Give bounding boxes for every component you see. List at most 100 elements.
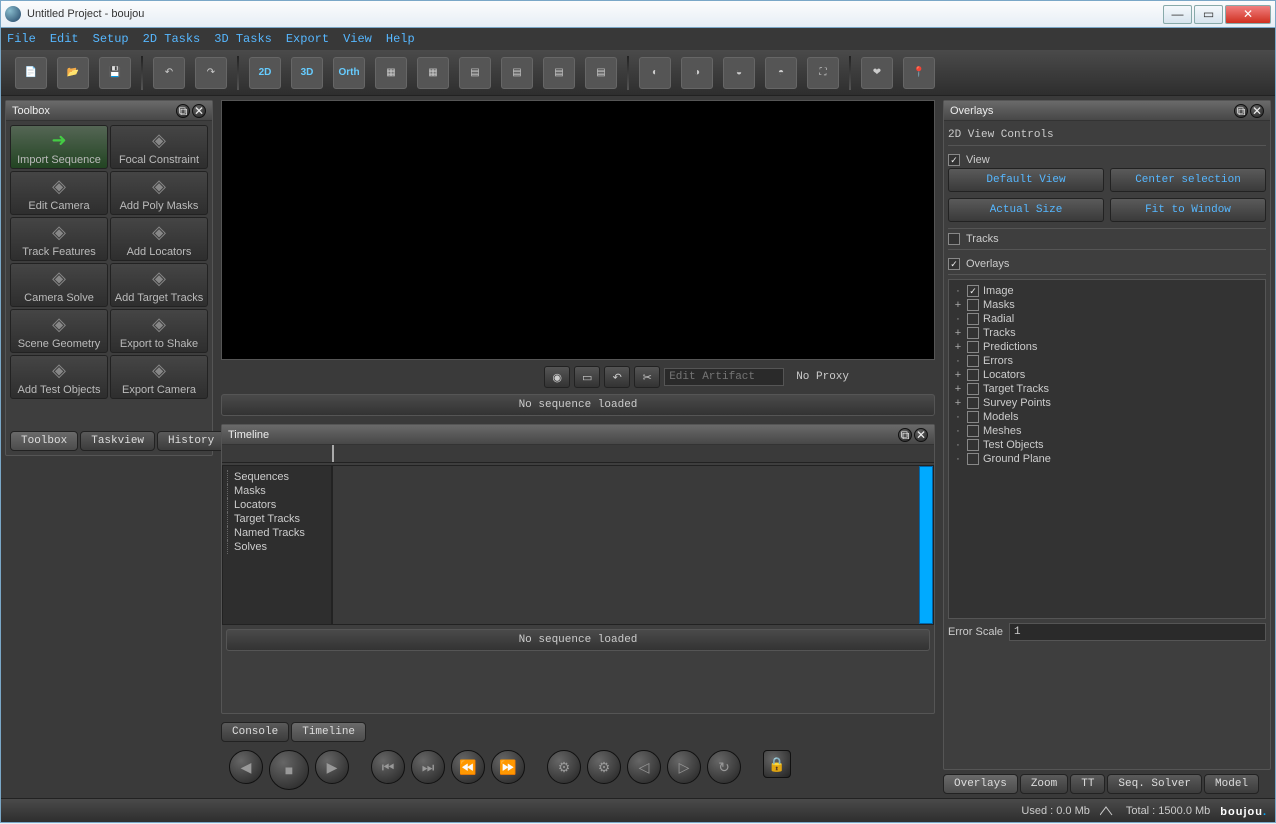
tree-checkbox[interactable] bbox=[967, 411, 979, 423]
menu-3d-tasks[interactable]: 3D Tasks bbox=[214, 32, 272, 46]
step-fwd-button[interactable]: ⏭ bbox=[411, 750, 445, 784]
tree-expander-icon[interactable]: · bbox=[953, 313, 963, 325]
timeline-item-target-tracks[interactable]: Target Tracks bbox=[227, 512, 327, 526]
lock-button[interactable]: 🔒 bbox=[763, 750, 791, 778]
tree-checkbox[interactable] bbox=[967, 439, 979, 451]
toolbox-item-export-to-shake[interactable]: ◈Export to Shake bbox=[110, 309, 208, 353]
toolbar-view-2d[interactable]: 2D bbox=[249, 57, 281, 89]
toolbar-undo-icon[interactable]: ↶ bbox=[153, 57, 185, 89]
toolbox-item-edit-camera[interactable]: ◈Edit Camera bbox=[10, 171, 108, 215]
overlay-tree-survey-points[interactable]: +Survey Points bbox=[953, 396, 1261, 410]
tracks-checkbox[interactable] bbox=[948, 233, 960, 245]
toolbox-item-focal-constraint[interactable]: ◈Focal Constraint bbox=[110, 125, 208, 169]
menu-help[interactable]: Help bbox=[386, 32, 415, 46]
tree-expander-icon[interactable]: · bbox=[953, 285, 963, 297]
timeline-tab-timeline[interactable]: Timeline bbox=[291, 722, 366, 742]
artifact-input[interactable] bbox=[664, 368, 784, 386]
tree-checkbox[interactable] bbox=[967, 453, 979, 465]
timeline-item-masks[interactable]: Masks bbox=[227, 484, 327, 498]
timeline-ruler[interactable] bbox=[222, 445, 934, 463]
prev-key-button[interactable]: ◁ bbox=[627, 750, 661, 784]
overlay-tab-zoom[interactable]: Zoom bbox=[1020, 774, 1068, 794]
toolbar-track3-icon[interactable]: ◒ bbox=[723, 57, 755, 89]
toolbar-track2-icon[interactable]: ◑ bbox=[681, 57, 713, 89]
window-close-button[interactable]: ✕ bbox=[1225, 5, 1271, 24]
viewport-eye-icon[interactable]: ◉ bbox=[544, 366, 570, 388]
menu-export[interactable]: Export bbox=[286, 32, 329, 46]
toolbox-item-export-camera[interactable]: ◈Export Camera bbox=[110, 355, 208, 399]
next-key-button[interactable]: ▷ bbox=[667, 750, 701, 784]
toolbar-thumb2-icon[interactable]: ▤ bbox=[501, 57, 533, 89]
overlay-tree-errors[interactable]: ·Errors bbox=[953, 354, 1261, 368]
tree-expander-icon[interactable]: · bbox=[953, 355, 963, 367]
toolbar-view-orth[interactable]: Orth bbox=[333, 57, 365, 89]
overlay-button-fit-to-window[interactable]: Fit to Window bbox=[1110, 198, 1266, 222]
menu-file[interactable]: File bbox=[7, 32, 36, 46]
tree-checkbox[interactable] bbox=[967, 383, 979, 395]
overlay-tab-seq-solver[interactable]: Seq. Solver bbox=[1107, 774, 1202, 794]
toolbox-item-camera-solve[interactable]: ◈Camera Solve bbox=[10, 263, 108, 307]
window-maximize-button[interactable]: ▭ bbox=[1194, 5, 1223, 24]
overlay-tree-models[interactable]: ·Models bbox=[953, 410, 1261, 424]
tree-checkbox[interactable] bbox=[967, 285, 979, 297]
timeline-item-locators[interactable]: Locators bbox=[227, 498, 327, 512]
overlay-tab-overlays[interactable]: Overlays bbox=[943, 774, 1018, 794]
timeline-dock-icon[interactable]: ⧉ bbox=[898, 428, 912, 442]
tree-checkbox[interactable] bbox=[967, 327, 979, 339]
toolbar-thumb3-icon[interactable]: ▤ bbox=[543, 57, 575, 89]
toolbox-tab-taskview[interactable]: Taskview bbox=[80, 431, 155, 451]
timeline-scrollbar[interactable] bbox=[919, 466, 933, 624]
overlays-dock-icon[interactable]: ⧉ bbox=[1234, 104, 1248, 118]
overlays-close-icon[interactable]: ✕ bbox=[1250, 104, 1264, 118]
toolbar-thumb1-icon[interactable]: ▤ bbox=[459, 57, 491, 89]
toolbar-track1-icon[interactable]: ◐ bbox=[639, 57, 671, 89]
tree-expander-icon[interactable]: · bbox=[953, 425, 963, 437]
toolbox-tab-toolbox[interactable]: Toolbox bbox=[10, 431, 78, 451]
overlay-tree-image[interactable]: ·Image bbox=[953, 284, 1261, 298]
tree-expander-icon[interactable]: + bbox=[953, 327, 963, 339]
overlay-tree-tracks[interactable]: +Tracks bbox=[953, 326, 1261, 340]
tree-checkbox[interactable] bbox=[967, 397, 979, 409]
overlay-button-center-selection[interactable]: Center selection bbox=[1110, 168, 1266, 192]
menu-view[interactable]: View bbox=[343, 32, 372, 46]
toolbar-track4-icon[interactable]: ◓ bbox=[765, 57, 797, 89]
tree-expander-icon[interactable]: · bbox=[953, 439, 963, 451]
tree-expander-icon[interactable]: + bbox=[953, 369, 963, 381]
overlay-tree-meshes[interactable]: ·Meshes bbox=[953, 424, 1261, 438]
toolbox-tab-history[interactable]: History bbox=[157, 431, 225, 451]
toolbox-item-add-locators[interactable]: ◈Add Locators bbox=[110, 217, 208, 261]
play-forward-button[interactable]: ▶ bbox=[315, 750, 349, 784]
step-back-button[interactable]: ⏮ bbox=[371, 750, 405, 784]
viewport-rect-icon[interactable]: ▭ bbox=[574, 366, 600, 388]
overlay-button-actual-size[interactable]: Actual Size bbox=[948, 198, 1104, 222]
play-stop-button[interactable]: ■ bbox=[269, 750, 309, 790]
error-scale-input[interactable] bbox=[1009, 623, 1266, 641]
timeline-item-solves[interactable]: Solves bbox=[227, 540, 327, 554]
toolbox-item-track-features[interactable]: ◈Track Features bbox=[10, 217, 108, 261]
toolbar-grid1-icon[interactable]: ▦ bbox=[375, 57, 407, 89]
tree-checkbox[interactable] bbox=[967, 355, 979, 367]
toolbar-view-3d[interactable]: 3D bbox=[291, 57, 323, 89]
toolbox-item-add-poly-masks[interactable]: ◈Add Poly Masks bbox=[110, 171, 208, 215]
toolbar-gear-icon[interactable]: ❤ bbox=[861, 57, 893, 89]
timeline-tab-console[interactable]: Console bbox=[221, 722, 289, 742]
overlay-tab-model[interactable]: Model bbox=[1204, 774, 1259, 794]
tree-checkbox[interactable] bbox=[967, 299, 979, 311]
settings2-button[interactable]: ⚙ bbox=[587, 750, 621, 784]
loop-button[interactable]: ↻ bbox=[707, 750, 741, 784]
toolbox-item-add-target-tracks[interactable]: ◈Add Target Tracks bbox=[110, 263, 208, 307]
overlay-tree-radial[interactable]: ·Radial bbox=[953, 312, 1261, 326]
tree-checkbox[interactable] bbox=[967, 425, 979, 437]
timeline-close-icon[interactable]: ✕ bbox=[914, 428, 928, 442]
overlay-tree-locators[interactable]: +Locators bbox=[953, 368, 1261, 382]
skip-back-button[interactable]: ⏪ bbox=[451, 750, 485, 784]
toolbox-dock-icon[interactable]: ⧉ bbox=[176, 104, 190, 118]
toolbar-frame-icon[interactable]: ⛶ bbox=[807, 57, 839, 89]
timeline-tracks-area[interactable] bbox=[332, 465, 934, 625]
overlay-tree-target-tracks[interactable]: +Target Tracks bbox=[953, 382, 1261, 396]
skip-fwd-button[interactable]: ⏩ bbox=[491, 750, 525, 784]
tree-expander-icon[interactable]: + bbox=[953, 383, 963, 395]
tree-checkbox[interactable] bbox=[967, 369, 979, 381]
view-checkbox[interactable] bbox=[948, 154, 960, 166]
tree-expander-icon[interactable]: + bbox=[953, 397, 963, 409]
